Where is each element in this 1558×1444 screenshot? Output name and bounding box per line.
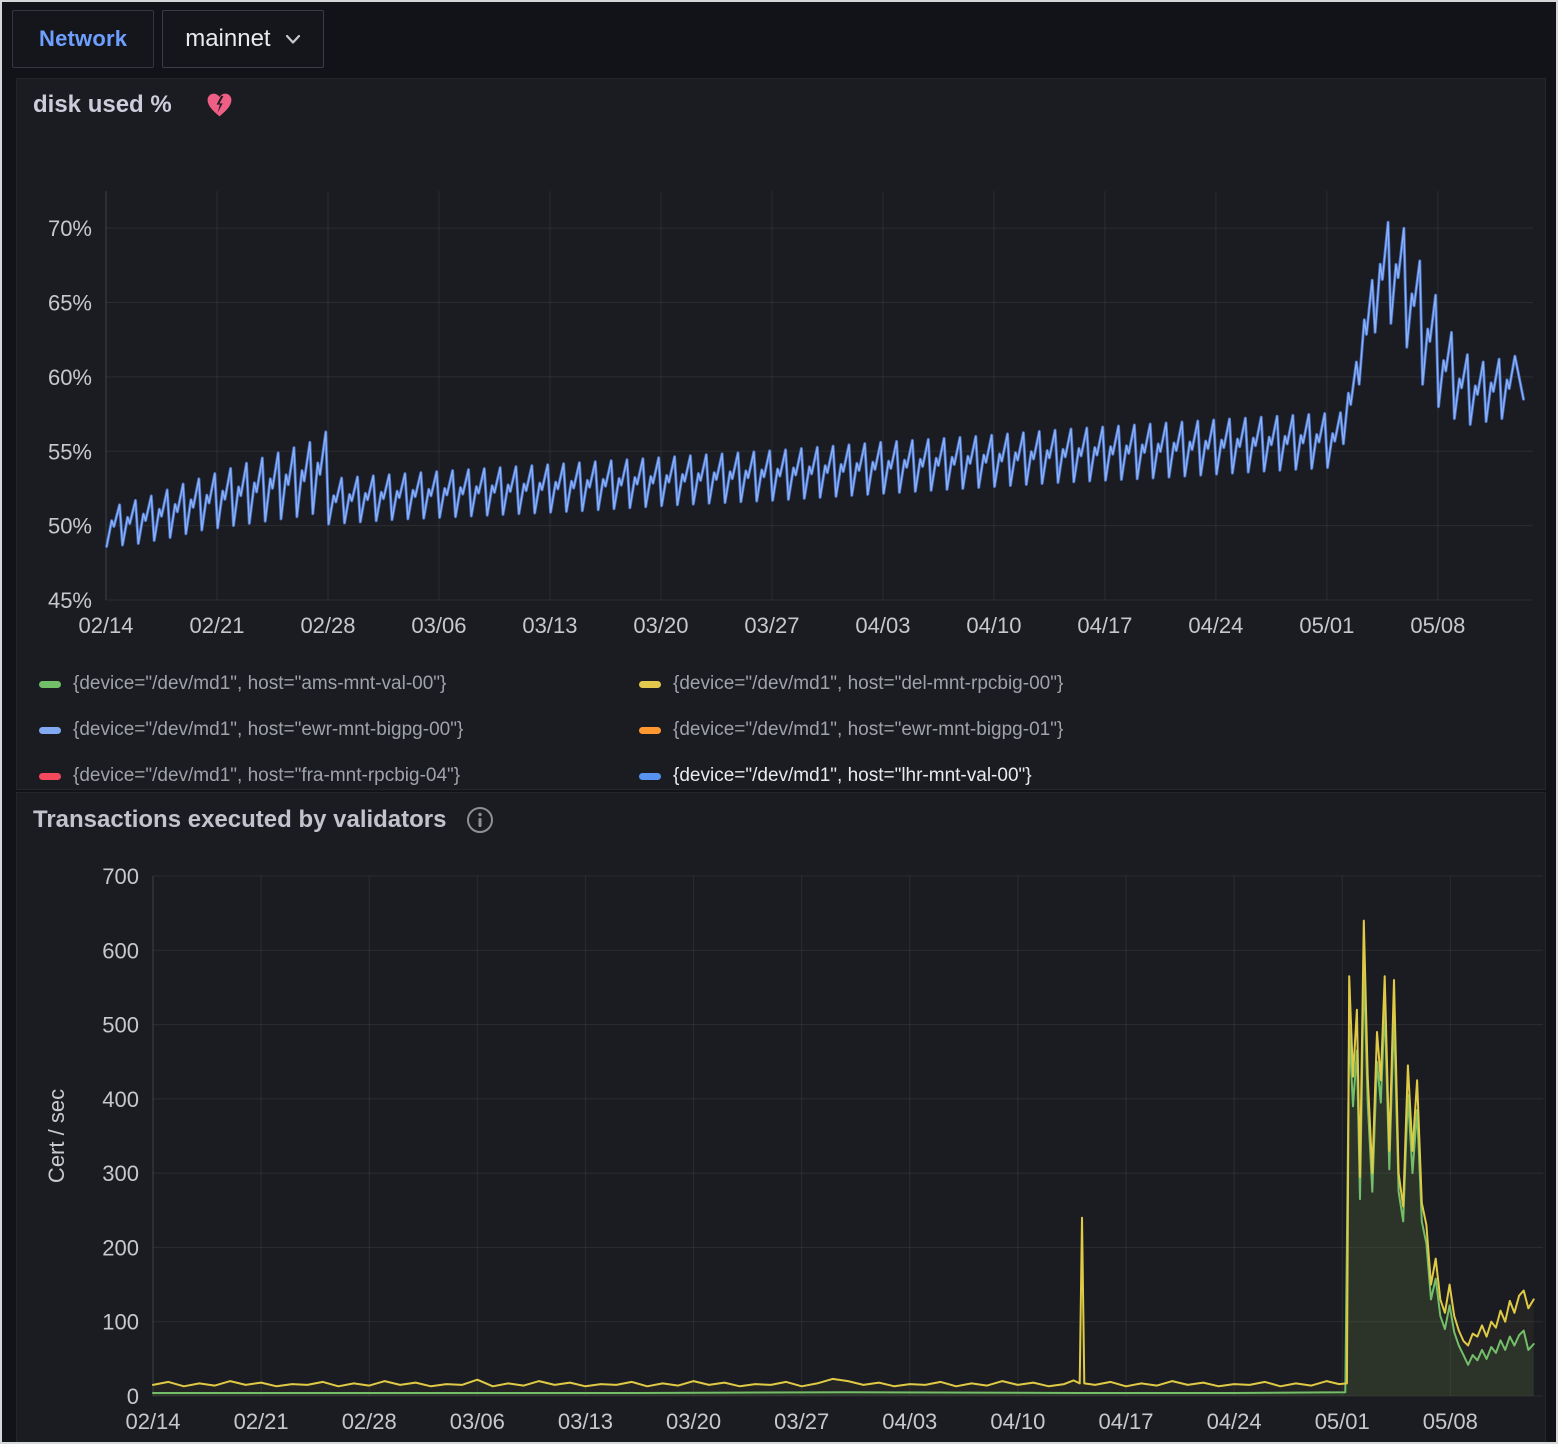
svg-text:04/03: 04/03 [882, 1409, 937, 1434]
svg-text:03/06: 03/06 [411, 613, 466, 638]
svg-text:70%: 70% [48, 216, 92, 241]
broken-heart-icon [206, 92, 233, 118]
svg-text:0: 0 [127, 1384, 139, 1409]
series-label: {device="/dev/md1", host="ewr-mnt-bigpg-… [73, 719, 463, 741]
info-circle-icon[interactable] [465, 805, 495, 835]
series-swatch [39, 773, 61, 780]
svg-text:600: 600 [102, 938, 139, 963]
network-variable-label-text: Network [39, 26, 127, 52]
legend-item-ewr-mnt-bigpg-00[interactable]: {device="/dev/md1", host="ewr-mnt-bigpg-… [39, 707, 639, 753]
svg-text:02/21: 02/21 [234, 1409, 289, 1434]
svg-text:05/08: 05/08 [1410, 613, 1465, 638]
panel-transactions-title[interactable]: Transactions executed by validators [33, 806, 447, 834]
svg-text:03/20: 03/20 [633, 613, 688, 638]
svg-text:02/28: 02/28 [300, 613, 355, 638]
series-label: {device="/dev/md1", host="lhr-mnt-val-00… [673, 765, 1032, 787]
svg-text:03/13: 03/13 [522, 613, 577, 638]
svg-text:700: 700 [102, 864, 139, 889]
svg-text:200: 200 [102, 1235, 139, 1260]
svg-text:55%: 55% [48, 439, 92, 464]
svg-text:05/08: 05/08 [1423, 1409, 1478, 1434]
svg-text:03/20: 03/20 [666, 1409, 721, 1434]
svg-text:04/10: 04/10 [966, 613, 1021, 638]
svg-text:03/27: 03/27 [774, 1409, 829, 1434]
series-label: {device="/dev/md1", host="fra-mnt-rpcbig… [73, 765, 460, 787]
svg-text:45%: 45% [48, 588, 92, 613]
series-swatch [39, 727, 61, 734]
panel-disk-used-title[interactable]: disk used % [33, 91, 172, 119]
transactions-chart[interactable]: 02/14 02/21 02/28 03/06 03/13 03/20 03/27 04/03… [17, 793, 1547, 1444]
svg-text:03/06: 03/06 [450, 1409, 505, 1434]
series-swatch [639, 727, 661, 734]
network-variable-label: Network [12, 10, 154, 68]
svg-text:04/17: 04/17 [1077, 613, 1132, 638]
series-swatch [639, 681, 661, 688]
svg-text:02/21: 02/21 [189, 613, 244, 638]
svg-text:04/10: 04/10 [990, 1409, 1045, 1434]
network-variable-value: mainnet [185, 25, 270, 53]
panel-transactions: Transactions executed by validators Cert… [16, 792, 1546, 1444]
svg-text:03/13: 03/13 [558, 1409, 613, 1434]
legend-item-ewr-mnt-bigpg-01[interactable]: {device="/dev/md1", host="ewr-mnt-bigpg-… [639, 707, 1525, 753]
svg-text:05/01: 05/01 [1299, 613, 1354, 638]
legend-item-ams-mnt-val-00[interactable]: {device="/dev/md1", host="ams-mnt-val-00… [39, 661, 639, 707]
svg-text:60%: 60% [48, 365, 92, 390]
series-label: {device="/dev/md1", host="ewr-mnt-bigpg-… [673, 719, 1063, 741]
legend-item-del-mnt-rpcbig-00[interactable]: {device="/dev/md1", host="del-mnt-rpcbig… [639, 661, 1525, 707]
panel-disk-used: disk used % 02/14 02/21 02/28 03/06 03/13 03/… [16, 78, 1546, 790]
svg-text:500: 500 [102, 1013, 139, 1038]
series-swatch [39, 681, 61, 688]
svg-text:100: 100 [102, 1310, 139, 1335]
panel-disk-used-header: disk used % [33, 91, 233, 119]
chevron-down-icon [285, 34, 301, 45]
network-variable-dropdown[interactable]: mainnet [162, 10, 323, 68]
series-label: {device="/dev/md1", host="ams-mnt-val-00… [73, 673, 446, 695]
svg-text:02/28: 02/28 [342, 1409, 397, 1434]
svg-text:65%: 65% [48, 291, 92, 316]
svg-text:04/24: 04/24 [1207, 1409, 1262, 1434]
series-swatch [639, 773, 661, 780]
svg-text:02/14: 02/14 [125, 1409, 180, 1434]
svg-text:04/24: 04/24 [1188, 613, 1243, 638]
svg-text:50%: 50% [48, 514, 92, 539]
variable-bar: Network mainnet [12, 10, 324, 68]
svg-text:03/27: 03/27 [744, 613, 799, 638]
series-label: {device="/dev/md1", host="del-mnt-rpcbig… [673, 673, 1063, 695]
grafana-dashboard: Network mainnet disk used % 02/1402/2102… [0, 0, 1558, 1444]
svg-text:05/01: 05/01 [1315, 1409, 1370, 1434]
svg-text:04/17: 04/17 [1098, 1409, 1153, 1434]
svg-text:02/14: 02/14 [78, 613, 133, 638]
svg-text:300: 300 [102, 1161, 139, 1186]
disk-used-legend: {device="/dev/md1", host="ams-mnt-val-00… [39, 661, 1525, 799]
svg-text:04/03: 04/03 [855, 613, 910, 638]
panel-transactions-header: Transactions executed by validators [33, 805, 495, 835]
svg-text:400: 400 [102, 1087, 139, 1112]
